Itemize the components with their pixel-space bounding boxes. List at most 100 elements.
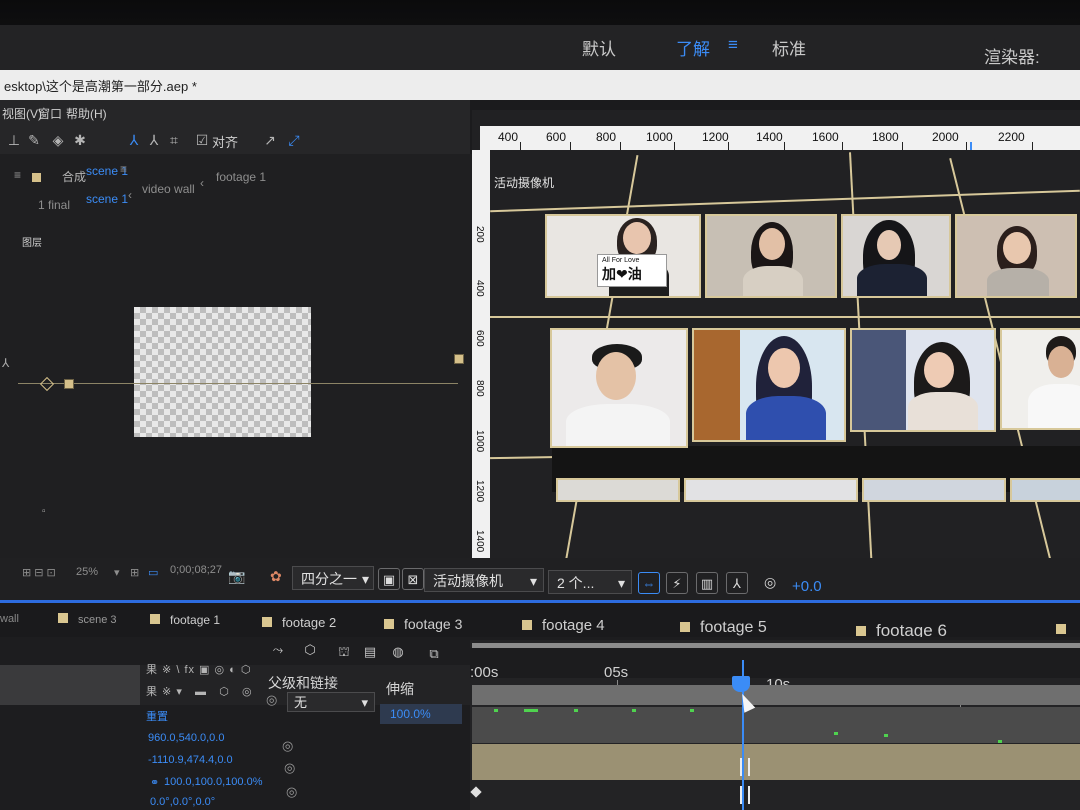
parent-dropdown[interactable]: 无 ▾ [287, 692, 375, 712]
tab-footage-5[interactable]: footage 5 [680, 619, 767, 637]
view-axis-icon[interactable]: ⌗ [166, 132, 182, 148]
exposure-value[interactable]: +0.0 [792, 578, 822, 595]
video-tile[interactable]: All For Love 加❤油 [545, 214, 701, 298]
flowchart-icon[interactable]: ⅄ [726, 572, 748, 594]
layer-duration-bar[interactable] [472, 707, 1080, 743]
layer-duration-bar[interactable] [472, 685, 1080, 705]
puppet-tool-icon[interactable]: ✱ [72, 132, 88, 148]
breadcrumb-final[interactable]: 1 final [38, 198, 70, 212]
zoom-dropdown-icon[interactable]: ▾ [114, 566, 120, 579]
composition-mini-flowchart-icon[interactable]: ⤳ [270, 642, 286, 658]
zoom-value[interactable]: 25% [76, 566, 98, 578]
region-icon[interactable]: ▭ [148, 566, 158, 579]
video-tile[interactable] [1010, 478, 1080, 502]
tab-wall[interactable]: wall [0, 613, 19, 625]
orientation-value[interactable]: 0.0°,0.0°,0.0° [150, 796, 215, 808]
breadcrumb-footage-1[interactable]: footage 1 [216, 170, 266, 184]
video-tile[interactable] [705, 214, 837, 298]
wall-guide-line [490, 316, 1080, 318]
local-axis-icon[interactable]: ⅄ [126, 132, 142, 148]
video-tile[interactable] [684, 478, 858, 502]
video-tile[interactable] [850, 328, 996, 432]
stretch-value[interactable]: 100.0% [380, 704, 462, 724]
toggle-pixel-aspect-icon[interactable]: ⇔ [638, 572, 660, 594]
snapshot-icon[interactable]: 📷 [228, 568, 245, 585]
transparent-layer-preview[interactable] [134, 307, 311, 437]
tab-footage-2[interactable]: footage 2 [262, 615, 336, 630]
video-tile[interactable] [550, 328, 688, 448]
comp-menu-icon[interactable]: ≡ [120, 162, 127, 176]
tab-label: scene 3 [78, 614, 117, 626]
video-wall-row-2 [550, 328, 1080, 448]
workspace-standard[interactable]: 标准 [772, 35, 806, 60]
expand-icon[interactable]: ⤢ [286, 132, 302, 148]
timecode[interactable]: 0;00;08;27 [170, 564, 222, 576]
exposure-icon[interactable]: ◎ [764, 574, 776, 591]
workspace-default[interactable]: 默认 [582, 35, 616, 60]
expression-icon[interactable]: ◎ [282, 738, 293, 754]
views-dropdown[interactable]: 2 个... ▾ [548, 570, 632, 594]
playhead-handle[interactable] [732, 676, 750, 692]
video-tile[interactable] [1000, 328, 1080, 430]
time-ruler[interactable] [470, 648, 1080, 678]
expression-icon[interactable]: ◎ [286, 784, 297, 800]
motion-blur-icon[interactable]: ◍ [390, 644, 406, 660]
preview-icon[interactable]: ⊞ ⊟ ⊡ [22, 566, 56, 579]
breadcrumb-video-wall[interactable]: video wall [142, 182, 195, 196]
menu-window[interactable]: 窗口 [38, 105, 62, 122]
timeline-icon[interactable]: ▥ [696, 572, 718, 594]
keyframe-marker-icon[interactable] [740, 758, 750, 776]
keyframe-marker-icon[interactable] [740, 786, 750, 804]
scale-link-icon[interactable]: ⚭ [150, 776, 159, 789]
pin-tool-icon[interactable]: ⊥ [6, 132, 22, 148]
video-tile[interactable] [841, 214, 951, 298]
world-axis-icon[interactable]: ⅄ [146, 132, 162, 148]
video-tile[interactable] [692, 328, 846, 442]
camera-dropdown[interactable]: 活动摄像机 ▾ [424, 568, 544, 592]
renderer-label: 渲染器: [984, 48, 1040, 67]
menu-help[interactable]: 帮助(H) [66, 105, 107, 122]
comp-tabs: wall scene 3 footage 1 footage 2 footage… [0, 603, 1080, 640]
position-value[interactable]: -1110.9,474.4,0.0 [148, 754, 233, 766]
tab-scene-3[interactable]: scene 3 [58, 613, 117, 626]
comp-color-label [150, 614, 160, 624]
eraser-tool-icon[interactable]: ◈ [50, 132, 66, 148]
workspace-bar: 默认 了解 ≡ 标准 渲染器: [0, 25, 1080, 71]
path-end-handle[interactable] [454, 354, 464, 364]
menu-view[interactable]: 视图(V) [2, 105, 42, 122]
tab-footage-1[interactable]: footage 1 [150, 613, 220, 627]
pick-whip-icon[interactable]: ◎ [266, 692, 277, 708]
workspace-menu-icon[interactable]: ≡ [728, 35, 738, 55]
graph-editor-icon[interactable]: ⧉ [426, 646, 442, 662]
breadcrumb-scene-1[interactable]: scene 1 [86, 192, 128, 206]
snap-icon[interactable]: ↗ [262, 132, 278, 148]
video-tile[interactable] [955, 214, 1077, 298]
brush-tool-icon[interactable]: ✎ [26, 132, 42, 148]
reset-link[interactable]: 重置 [146, 708, 168, 724]
draft-3d-icon[interactable]: ⬡ [302, 642, 318, 658]
workspace-learn[interactable]: 了解 [676, 35, 710, 60]
panel-menu-icon[interactable]: ≡ [14, 168, 21, 182]
sign-main-text: 加❤油 [602, 266, 642, 282]
tab-footage-3[interactable]: footage 3 [384, 616, 462, 632]
video-tile[interactable] [556, 478, 680, 502]
layer-switches-icon[interactable]: 果 ※ ▾ ▬ ⬡ ◎ [146, 683, 253, 699]
expression-icon[interactable]: ◎ [284, 760, 295, 776]
region-of-interest-icon[interactable]: ▣ [378, 568, 400, 590]
transparency-grid-icon[interactable]: ⊠ [402, 568, 424, 590]
shy-layers-icon[interactable]: ⛫ [336, 644, 352, 660]
anchor-point-value[interactable]: 960.0,540.0,0.0 [148, 732, 224, 744]
frame-blending-icon[interactable]: ▤ [362, 644, 378, 660]
resolution-value: 四分之一 [301, 571, 357, 587]
tab-overflow[interactable] [1056, 623, 1076, 637]
color-channel-icon[interactable]: ✿ [270, 568, 282, 585]
tab-footage-4[interactable]: footage 4 [522, 617, 605, 634]
scale-value[interactable]: 100.0,100.0,100.0% [164, 776, 262, 788]
grid-icon[interactable]: ⊞ [130, 566, 139, 579]
layer-duration-bar[interactable] [472, 744, 1080, 780]
resolution-dropdown[interactable]: 四分之一 ▾ [292, 566, 374, 590]
video-tile[interactable] [862, 478, 1006, 502]
fast-preview-icon[interactable]: ⚡ [666, 572, 688, 594]
path-keyframe-handle[interactable] [64, 379, 74, 389]
align-checkbox-icon[interactable]: ☑ [194, 132, 210, 148]
